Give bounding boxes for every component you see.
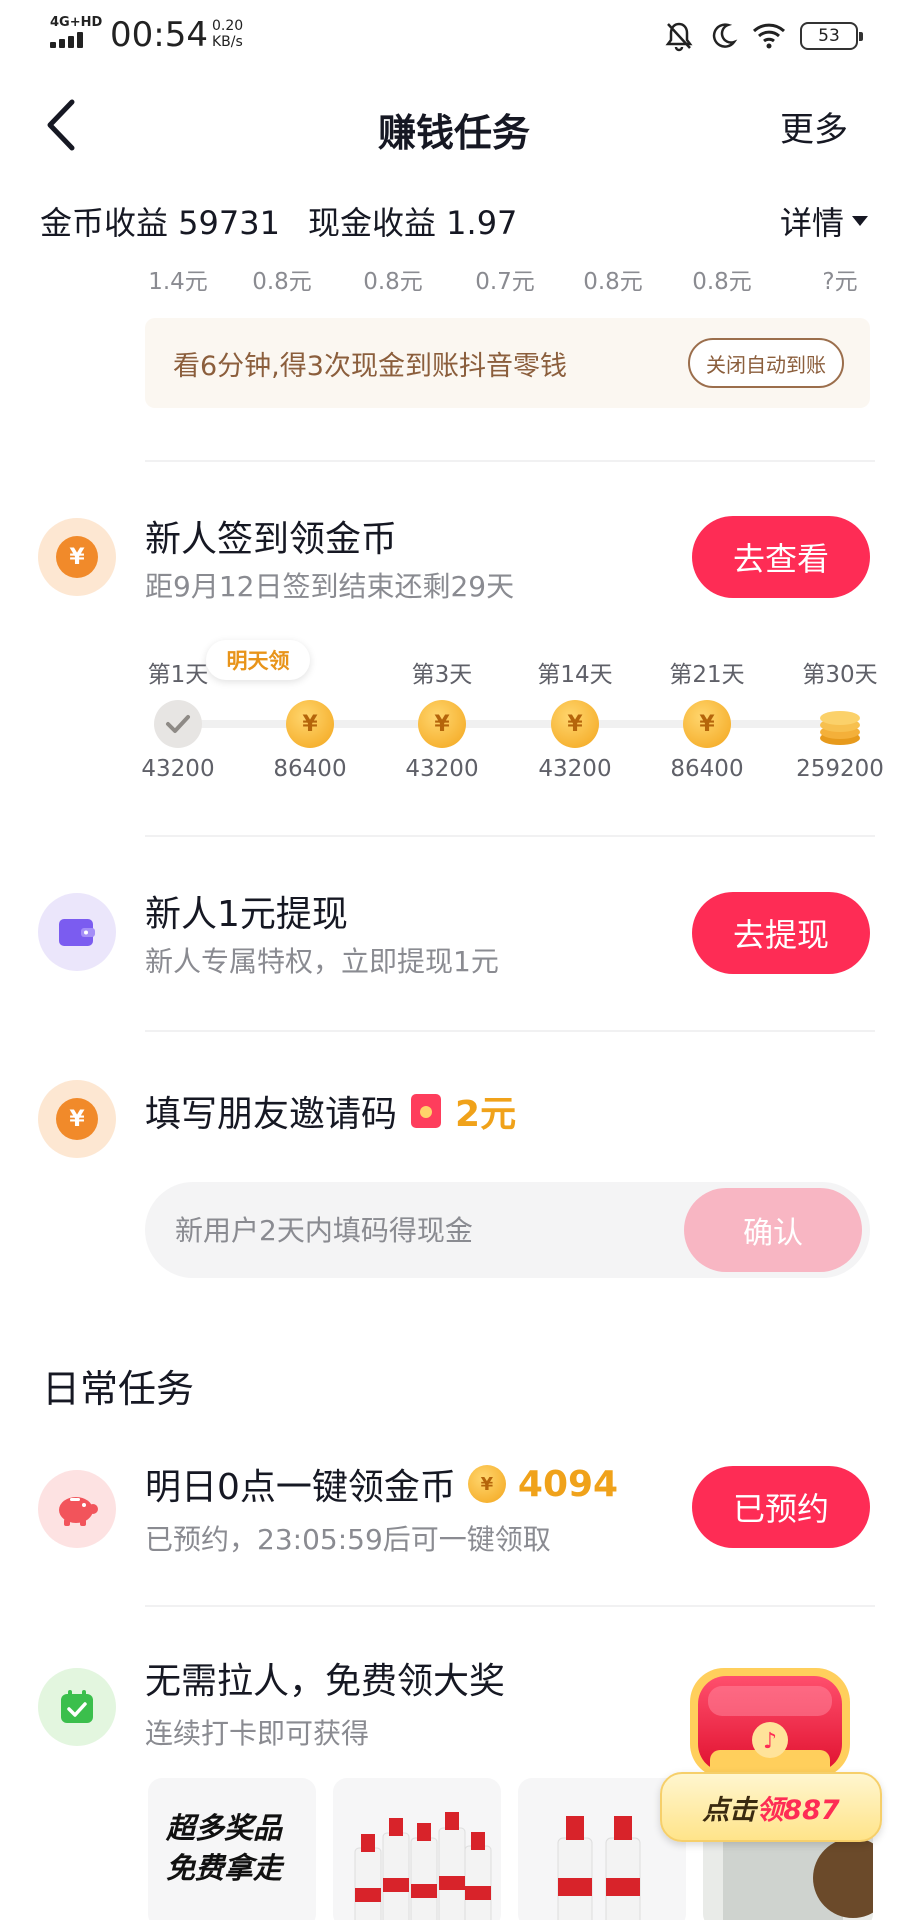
cash-amount: 0.8元 [252, 269, 312, 295]
prize-card[interactable] [333, 1778, 501, 1920]
reserve-task-icon [38, 1470, 116, 1548]
signin-subtitle: 距9月12日签到结束还剩29天 [145, 570, 515, 603]
divider [145, 1605, 875, 1607]
invite-title-row: 填写朋友邀请码 2元 [145, 1085, 516, 1137]
day-label: 第1天 [147, 662, 209, 688]
invite-task-icon: ¥ [38, 1080, 116, 1158]
reserve-title-row: 明日0点一键领金币 ¥ 4094 [145, 1458, 618, 1510]
more-button[interactable]: 更多 [780, 102, 848, 151]
auto-cash-text: 看6分钟,得3次现金到账抖音零钱 [173, 351, 567, 382]
battery-level: 53 [818, 26, 840, 46]
prize-promo-line: 超多奖品 [166, 1811, 283, 1845]
withdraw-task-icon [38, 893, 116, 971]
invite-reward: 2元 [455, 1094, 517, 1135]
auto-cash-banner: 看6分钟,得3次现金到账抖音零钱 关闭自动到账 [145, 318, 870, 408]
red-envelope-icon [411, 1094, 442, 1128]
withdraw-button[interactable]: 去提现 [692, 892, 870, 974]
cash-amount: 0.8元 [583, 269, 643, 295]
calendar-check-icon [61, 1690, 93, 1723]
yuan-coin-icon: ¥ [56, 1098, 98, 1140]
signin-progress-track [175, 720, 835, 728]
cash-amount: 0.8元 [363, 269, 423, 295]
free-prize-title: 无需拉人，免费领大奖 [145, 1661, 506, 1702]
checkin-task-icon [38, 1668, 116, 1746]
view-signin-button[interactable]: 去查看 [692, 516, 870, 598]
status-icons: 53 [664, 18, 863, 54]
cash-earnings: 现金收益 1.97 [307, 204, 518, 242]
signal-icon [50, 32, 88, 48]
network-speed: 0.20 KB/s [212, 18, 243, 50]
day-label: 第14天 [537, 662, 613, 688]
reserve-title: 明日0点一键领金币 [145, 1467, 456, 1508]
coin-icon: ¥ [551, 700, 599, 748]
reserve-coins: 4094 [517, 1463, 619, 1505]
treasure-label-prefix: 点击 [702, 1794, 757, 1826]
signin-title: 新人签到领金币 [145, 519, 398, 560]
nav-bar: 赚钱任务 更多 [0, 80, 908, 170]
caret-down-icon [852, 216, 868, 226]
signin-task-icon: ¥ [38, 518, 116, 596]
bell-off-icon [665, 22, 693, 52]
day-coin-value: 43200 [141, 756, 215, 782]
coin-icon: ¥ [467, 1465, 506, 1503]
coin-icon: ¥ [418, 700, 466, 748]
divider [145, 460, 875, 462]
day-coin-value: 86400 [670, 756, 744, 782]
moon-icon [712, 23, 738, 48]
divider [145, 1030, 875, 1032]
coin-stack-icon [820, 711, 860, 745]
yuan-coin-icon: ¥ [56, 536, 98, 578]
treasure-claim-button[interactable]: 点击 领887 [660, 1772, 882, 1842]
divider [145, 835, 875, 837]
cash-amounts-row: 1.4元 0.8元 0.8元 0.7元 0.8元 0.8元 ?元 [0, 262, 908, 295]
earnings-summary: 金币收益 59731 现金收益 1.97 [40, 198, 545, 244]
piggy-bank-icon [59, 1497, 98, 1526]
prize-promo-text: 超多奖品 免费拿走 [166, 1808, 282, 1888]
free-prize-subtitle: 连续打卡即可获得 [145, 1717, 370, 1750]
invite-title: 填写朋友邀请码 [145, 1094, 398, 1135]
clock: 00:54 [110, 15, 208, 55]
daily-tasks-title: 日常任务 [42, 1367, 195, 1411]
network-type: 4G+HD [50, 15, 103, 30]
network-speed-unit: KB/s [212, 34, 243, 50]
day-coin-value: 86400 [273, 756, 347, 782]
prize-promo-line: 免费拿走 [166, 1851, 283, 1885]
invite-code-box: 确认 [145, 1182, 870, 1278]
reserved-button[interactable]: 已预约 [692, 1466, 870, 1548]
earnings-detail-label: 详情 [779, 204, 844, 242]
page-title: 赚钱任务 [377, 111, 530, 155]
wifi-icon [752, 23, 786, 49]
treasure-label-amount: 领887 [756, 1794, 840, 1826]
network-speed-value: 0.20 [212, 18, 244, 34]
prize-card[interactable]: 超多奖品 免费拿走 [148, 1778, 316, 1920]
wallet-icon [59, 919, 95, 946]
cash-amount: ?元 [822, 269, 858, 295]
cash-amount: 0.7元 [475, 269, 535, 295]
invite-code-input[interactable] [175, 1182, 655, 1278]
day-label: 第21天 [669, 662, 745, 688]
day-coin-value: 43200 [538, 756, 612, 782]
check-icon [154, 700, 202, 748]
earnings-detail-button[interactable]: 详情 [780, 198, 868, 244]
day-coin-value: 259200 [796, 756, 884, 782]
svg-text:♪: ♪ [763, 1729, 777, 1754]
reserve-subtitle: 已预约，23:05:59后可一键领取 [145, 1523, 551, 1556]
withdraw-title: 新人1元提现 [145, 894, 348, 935]
coin-earnings: 金币收益 59731 [40, 204, 280, 242]
cash-amount: 1.4元 [148, 269, 208, 295]
confirm-button[interactable]: 确认 [684, 1188, 862, 1272]
coin-icon: ¥ [683, 700, 731, 748]
withdraw-subtitle: 新人专属特权，立即提现1元 [145, 945, 499, 978]
day-label: 第30天 [802, 662, 878, 688]
close-auto-cash-button[interactable]: 关闭自动到账 [688, 338, 844, 388]
cash-amount: 0.8元 [692, 269, 752, 295]
coin-icon: ¥ [286, 700, 334, 748]
day-coin-value: 43200 [405, 756, 479, 782]
status-bar: 4G+HD 00:54 0.20 KB/s 53 [0, 0, 908, 72]
battery-icon: 53 [800, 22, 863, 50]
day-label: 第3天 [411, 662, 473, 688]
liquor-bottles-image [354, 1812, 492, 1920]
